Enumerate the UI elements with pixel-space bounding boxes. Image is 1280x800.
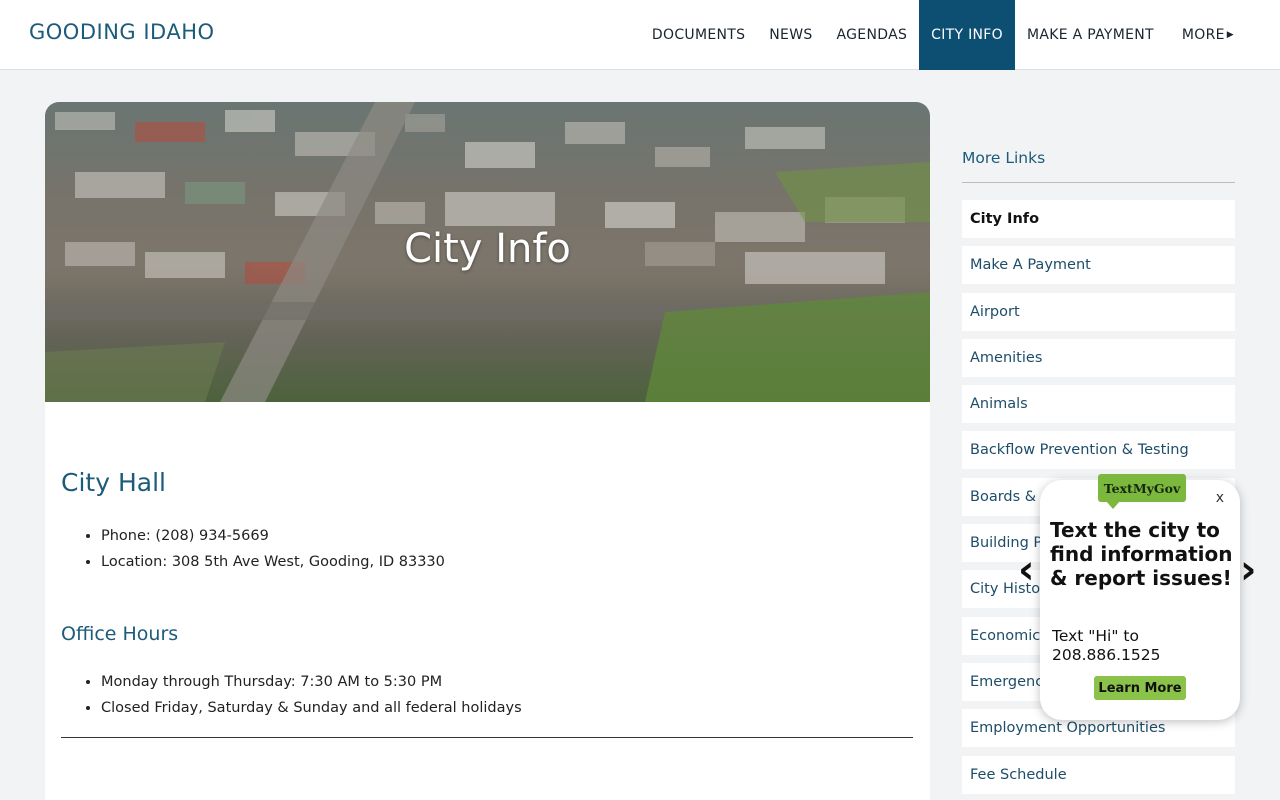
main-nav: DOCUMENTS NEWS AGENDAS CITY INFO MAKE A … — [640, 0, 1246, 70]
widget-body: Text "Hi" to 208.886.1525 — [1052, 627, 1161, 664]
sidebar-item-city-info[interactable]: City Info — [962, 200, 1235, 238]
nav-more-label: MORE — [1181, 27, 1225, 43]
widget-next-icon[interactable]: › — [1240, 550, 1256, 590]
nav-make-a-payment-label: MAKE A PAYMENT — [1026, 27, 1154, 43]
city-hall-phone: Phone: (208) 934-5669 — [101, 523, 914, 549]
sidebar-item-backflow[interactable]: Backflow Prevention & Testing — [962, 431, 1235, 470]
learn-more-button[interactable]: Learn More — [1094, 676, 1186, 700]
sidebar-title: More Links — [962, 140, 1235, 183]
city-hall-location: Location: 308 5th Ave West, Gooding, ID … — [101, 549, 914, 575]
sidebar-item-animals[interactable]: Animals — [962, 385, 1235, 424]
nav-documents-label: DOCUMENTS — [651, 27, 746, 43]
nav-make-a-payment[interactable]: MAKE A PAYMENT — [1015, 0, 1166, 70]
textmygov-widget: TextMyGov x Text the city to find inform… — [1040, 474, 1240, 720]
nav-agendas[interactable]: AGENDAS — [825, 0, 920, 70]
office-hours-weekdays: Monday through Thursday: 7:30 AM to 5:30… — [101, 669, 914, 695]
widget-prev-icon[interactable]: ‹ — [1018, 550, 1034, 590]
city-hall-list: Phone: (208) 934-5669 Location: 308 5th … — [101, 523, 914, 575]
textmygov-logo: TextMyGov — [1098, 474, 1186, 509]
sidebar-item-make-a-payment[interactable]: Make A Payment — [962, 246, 1235, 285]
nav-documents[interactable]: DOCUMENTS — [640, 0, 757, 70]
office-hours-list: Monday through Thursday: 7:30 AM to 5:30… — [101, 669, 914, 721]
office-hours-closed: Closed Friday, Saturday & Sunday and all… — [101, 695, 914, 721]
nav-more[interactable]: MORE ▶ — [1166, 0, 1246, 70]
city-hall-heading: City Hall — [61, 468, 166, 497]
section-divider — [61, 737, 913, 738]
widget-heading: Text the city to find information & repo… — [1050, 518, 1233, 590]
sidebar-item-airport[interactable]: Airport — [962, 292, 1235, 331]
site-title[interactable]: GOODING IDAHO — [29, 20, 215, 44]
nav-news[interactable]: NEWS — [757, 0, 824, 70]
nav-news-label: NEWS — [769, 27, 813, 43]
nav-city-info[interactable]: CITY INFO — [919, 0, 1015, 70]
sidebar-item-amenities[interactable]: Amenities — [962, 338, 1235, 377]
nav-agendas-label: AGENDAS — [836, 27, 908, 43]
site-header: GOODING IDAHO DOCUMENTS NEWS AGENDAS CIT… — [0, 0, 1280, 70]
close-icon[interactable]: x — [1216, 490, 1224, 506]
caret-right-icon: ▶ — [1226, 30, 1234, 40]
page-body: City Hall Phone: (208) 934-5669 Location… — [45, 402, 930, 738]
sidebar-item-fee-schedule[interactable]: Fee Schedule — [962, 755, 1235, 794]
nav-city-info-label: CITY INFO — [931, 27, 1003, 43]
main-content: City Info City Hall Phone: (208) 934-566… — [45, 102, 930, 800]
hero-banner: City Info — [45, 102, 930, 402]
office-hours-heading: Office Hours — [61, 623, 179, 645]
hero-title: City Info — [404, 226, 571, 272]
